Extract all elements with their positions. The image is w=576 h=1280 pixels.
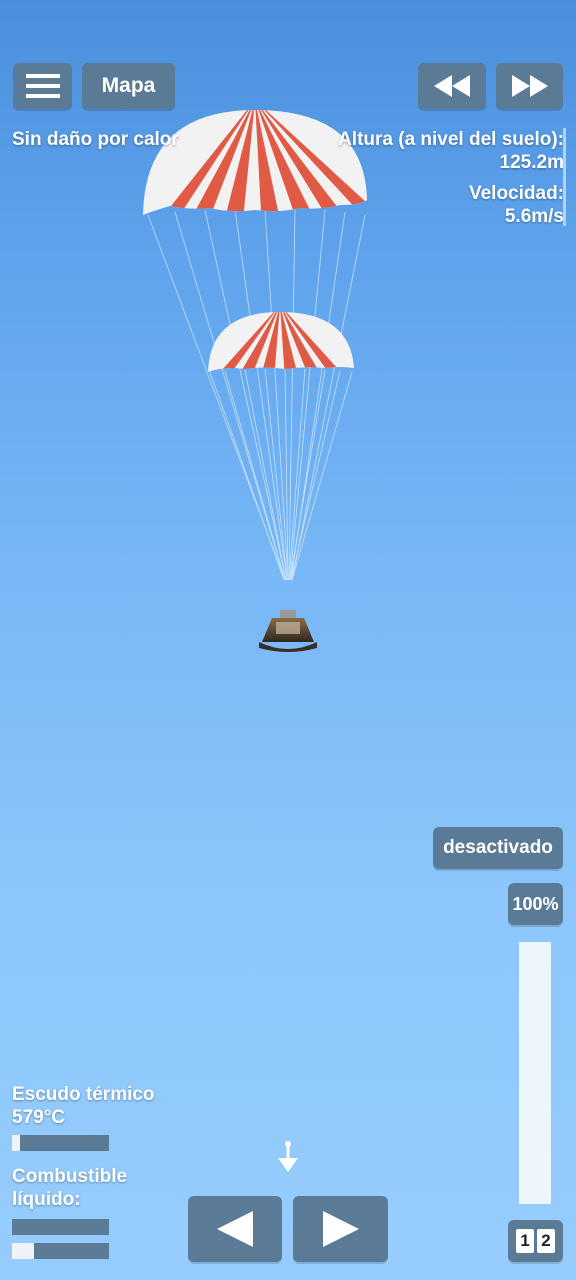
velocity-value: 5.6m/s (504, 206, 564, 227)
menu-button[interactable] (13, 63, 72, 109)
fuel-bar-2-fill (12, 1243, 35, 1259)
altitude-label: Altura (a nivel del suelo): (338, 129, 564, 150)
hamburger-menu-icon (25, 74, 60, 98)
throttle-readout: 100% (508, 883, 563, 925)
velocity-label: Velocidad: (468, 183, 564, 204)
heat-shield-fill (12, 1135, 20, 1151)
rotate-right-button[interactable] (293, 1196, 388, 1262)
fuel-label: Combustible líquido: (12, 1166, 128, 1210)
hud-scroll-indicator (563, 128, 566, 226)
rotate-left-button[interactable] (188, 1196, 282, 1262)
fuel-bar-1 (12, 1219, 109, 1235)
direction-down-icon (278, 1141, 298, 1172)
parachute-lines (147, 208, 366, 581)
throttle-slider[interactable] (519, 942, 551, 1204)
fuel-bar-2 (12, 1243, 109, 1259)
fast-forward-button[interactable] (496, 63, 563, 109)
map-button[interactable]: Mapa (82, 63, 175, 109)
main-parachute-icon (143, 110, 367, 215)
altitude-value: 125.2m (499, 152, 564, 173)
heat-status-text: Sin daño por calor (12, 129, 179, 150)
fast-forward-icon (511, 75, 548, 97)
capsule-icon (259, 610, 317, 652)
stage-selector[interactable]: 1 2 (508, 1220, 563, 1262)
stage-digit-1: 1 (516, 1229, 534, 1253)
toggle-button[interactable]: desactivado (433, 827, 563, 869)
stage-digit-2: 2 (537, 1229, 555, 1253)
rewind-button[interactable] (418, 63, 486, 109)
rewind-icon (434, 75, 470, 97)
arrow-left-icon (217, 1211, 253, 1247)
heat-shield-bar (12, 1135, 109, 1151)
heat-shield-label: Escudo térmico 579°C (12, 1084, 155, 1128)
arrow-right-icon (322, 1211, 359, 1247)
throttle-fill (519, 942, 551, 1204)
